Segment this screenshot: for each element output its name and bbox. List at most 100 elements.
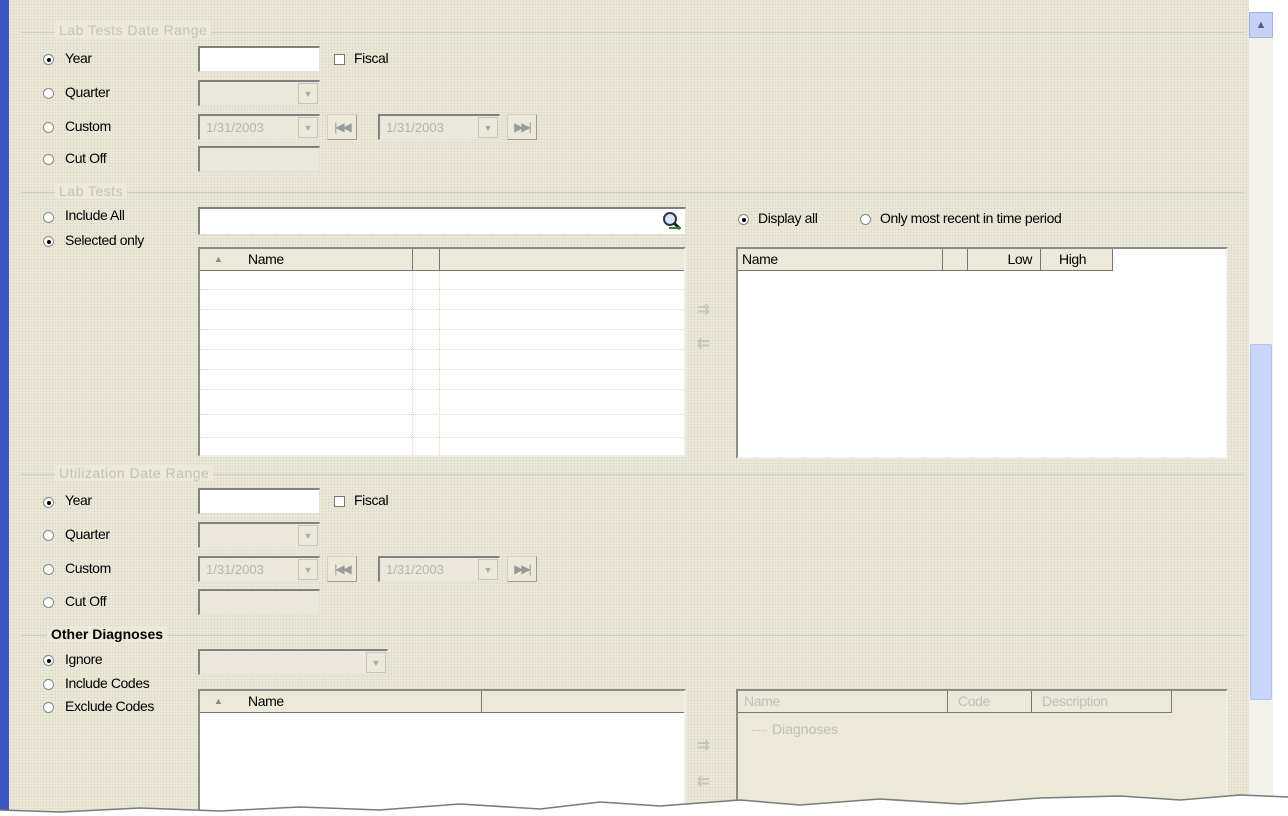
ignore-label: Ignore: [65, 651, 103, 667]
lab-custom-end-dropdown[interactable]: 1/31/2003 ▼: [378, 114, 500, 140]
description-header-label: Description: [1042, 693, 1108, 709]
selected-only-radio[interactable]: [43, 236, 54, 247]
util-quarter-dropdown[interactable]: ▼: [198, 522, 320, 548]
sort-ascending-icon: ▲: [214, 696, 223, 706]
chevron-down-icon[interactable]: ▼: [298, 559, 318, 580]
chevron-down-icon[interactable]: ▼: [478, 117, 498, 138]
util-year-radio[interactable]: [43, 497, 54, 508]
util-cutoff-input[interactable]: [198, 589, 320, 615]
add-lab-test-button[interactable]: ⇉: [697, 300, 710, 318]
most-recent-label: Only most recent in time period: [880, 210, 1062, 226]
util-fiscal-checkbox[interactable]: [334, 496, 345, 507]
util-cutoff-radio[interactable]: [43, 597, 54, 608]
grid-row-line: [200, 414, 684, 415]
util-custom-radio[interactable]: [43, 564, 54, 575]
code-header-label: Code: [958, 693, 990, 709]
lab-quarter-radio[interactable]: [43, 88, 54, 99]
grid-row-line: [200, 309, 684, 310]
chevron-down-icon[interactable]: ▼: [478, 559, 498, 580]
util-quarter-radio[interactable]: [43, 530, 54, 541]
utilization-date-range-title: Utilization Date Range: [55, 465, 214, 481]
scrollbar-thumb[interactable]: [1250, 344, 1272, 700]
lab-test-search-input[interactable]: [198, 207, 686, 235]
chevron-down-icon[interactable]: ▼: [298, 83, 318, 104]
criteria-panel: Lab Tests Date Range Year Fiscal Quarter…: [9, 0, 1249, 816]
lab-quarter-label: Quarter: [65, 84, 110, 100]
window-frame: Lab Tests Date Range Year Fiscal Quarter…: [0, 0, 1288, 816]
lab-year-input[interactable]: [198, 46, 320, 72]
lab-custom-start-value: 1/31/2003: [206, 120, 264, 135]
high-header[interactable]: High: [1041, 249, 1113, 271]
window-left-border: [0, 0, 9, 816]
util-fiscal-label: Fiscal: [354, 492, 389, 508]
chevron-down-icon[interactable]: ▼: [298, 525, 318, 546]
lab-custom-label: Custom: [65, 118, 111, 134]
magnifier-icon[interactable]: [661, 210, 683, 232]
display-all-label: Display all: [758, 210, 818, 226]
available-diag-name-header[interactable]: ▲ Name: [200, 691, 482, 713]
util-year-input[interactable]: [198, 488, 320, 514]
lab-custom-start-dropdown[interactable]: 1/31/2003 ▼: [198, 114, 320, 140]
lab-custom-radio[interactable]: [43, 122, 54, 133]
vertical-scrollbar[interactable]: ▲: [1249, 12, 1273, 802]
grid-row-line: [200, 289, 684, 290]
selected-name-header[interactable]: Name: [738, 249, 943, 271]
include-codes-label: Include Codes: [65, 675, 150, 691]
util-custom-end-value: 1/31/2003: [386, 562, 444, 577]
scroll-up-icon[interactable]: ▲: [1249, 12, 1273, 38]
available-diag-col2-header[interactable]: [482, 691, 684, 713]
low-header-label: Low: [1007, 251, 1033, 267]
high-header-label: High: [1059, 251, 1087, 267]
grid-row-line: [200, 369, 684, 370]
available-col2-header[interactable]: [413, 249, 440, 271]
code-header[interactable]: Code: [948, 691, 1032, 713]
tree-node-diagnoses[interactable]: Diagnoses: [752, 721, 838, 737]
available-name-header[interactable]: ▲ Name: [200, 249, 413, 271]
include-all-label: Include All: [65, 207, 125, 223]
selected-col2-header[interactable]: [943, 249, 968, 271]
util-custom-start-value: 1/31/2003: [206, 562, 264, 577]
last-record-icon[interactable]: ▶▶|: [507, 114, 537, 140]
util-custom-label: Custom: [65, 560, 111, 576]
remove-diagnosis-button[interactable]: ⇇: [697, 772, 710, 790]
util-quarter-label: Quarter: [65, 526, 110, 542]
selected-lab-tests-grid[interactable]: Name Low High: [736, 247, 1228, 459]
include-all-radio[interactable]: [43, 212, 54, 223]
description-header[interactable]: Description: [1032, 691, 1172, 713]
lab-fiscal-checkbox[interactable]: [334, 54, 345, 65]
torn-edge: [0, 794, 1288, 816]
exclude-codes-label: Exclude Codes: [65, 698, 154, 714]
include-codes-radio[interactable]: [43, 679, 54, 690]
chevron-down-icon[interactable]: ▼: [366, 652, 386, 673]
first-record-icon[interactable]: |◀◀: [327, 556, 357, 582]
ignore-radio[interactable]: [43, 655, 54, 666]
lab-year-radio[interactable]: [43, 54, 54, 65]
lab-cutoff-radio[interactable]: [43, 154, 54, 165]
low-header[interactable]: Low: [968, 249, 1041, 271]
grid-row-line: [200, 329, 684, 330]
util-custom-start-dropdown[interactable]: 1/31/2003 ▼: [198, 556, 320, 582]
display-all-radio[interactable]: [738, 214, 749, 225]
available-col3-header[interactable]: [440, 249, 684, 271]
diagnoses-dropdown[interactable]: ▼: [198, 649, 388, 675]
most-recent-radio[interactable]: [860, 214, 871, 225]
lab-cutoff-input[interactable]: [198, 146, 320, 172]
lab-fiscal-label: Fiscal: [354, 50, 389, 66]
available-diag-name-header-label: Name: [248, 693, 284, 709]
available-lab-tests-grid[interactable]: ▲ Name: [198, 247, 686, 457]
exclude-codes-radio[interactable]: [43, 702, 54, 713]
selected-diag-name-header[interactable]: Name: [738, 691, 948, 713]
grid-column-line: [412, 271, 413, 455]
remove-lab-test-button[interactable]: ⇇: [697, 334, 710, 352]
util-custom-end-dropdown[interactable]: 1/31/2003 ▼: [378, 556, 500, 582]
last-record-icon[interactable]: ▶▶|: [507, 556, 537, 582]
lab-quarter-dropdown[interactable]: ▼: [198, 80, 320, 106]
chevron-down-icon[interactable]: ▼: [298, 117, 318, 138]
grid-row-line: [200, 437, 684, 438]
util-cutoff-label: Cut Off: [65, 593, 107, 609]
add-diagnosis-button[interactable]: ⇉: [697, 736, 710, 754]
other-diagnoses-title: Other Diagnoses: [47, 626, 168, 642]
tree-node-icon: [752, 729, 766, 731]
lab-tests-date-range-title: Lab Tests Date Range: [55, 22, 212, 38]
first-record-icon[interactable]: |◀◀: [327, 114, 357, 140]
